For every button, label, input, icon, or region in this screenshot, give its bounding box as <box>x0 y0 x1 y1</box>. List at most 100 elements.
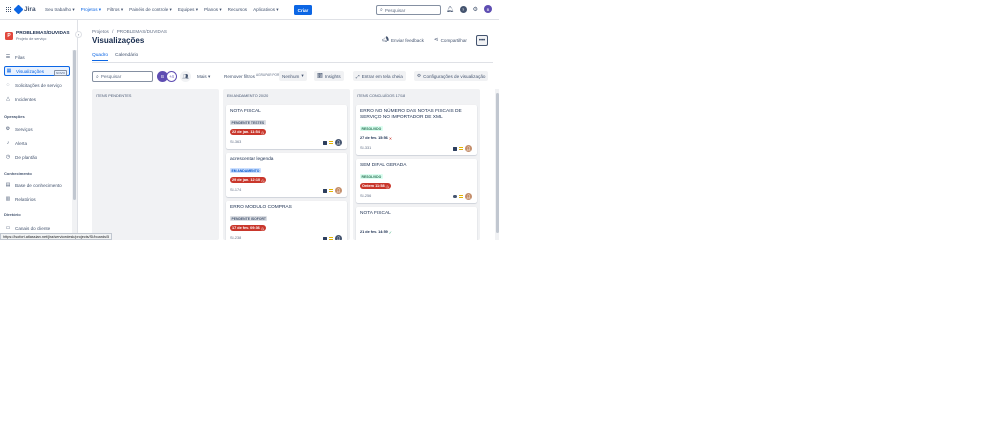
more-filters-dropdown[interactable]: Mais ▾ <box>197 74 210 80</box>
issue-type-icon <box>323 188 327 193</box>
sidebar-item-visualizacoes[interactable]: ▦ Visualizações NOVO <box>4 66 70 76</box>
create-button[interactable]: Criar <box>294 5 312 15</box>
assignee-avatar-icon[interactable]: 👤︎ <box>335 139 342 146</box>
view-settings-button[interactable]: ⚙ Configurações de visualização <box>414 71 489 81</box>
board-column-done: ITENS CONCLUÍDOS 17/18 ERRO NO NÚMERO DA… <box>353 89 480 240</box>
project-type: Projeto de serviço <box>16 37 47 41</box>
due-date: 29 de jan. 12:10 <box>232 178 261 182</box>
board-search-input[interactable]: ⌕ Pesquisar <box>92 71 153 82</box>
board-scroll-thumb[interactable] <box>495 93 499 233</box>
nav-item-aplicativos[interactable]: Aplicativos ▾ <box>253 7 279 13</box>
sidebar-item-canais-cliente[interactable]: ▭ Canais do cliente <box>4 223 70 233</box>
nav-item-recursos[interactable]: Recursos <box>228 7 247 13</box>
sidebar-item-base-conhecimento[interactable]: ▤ Base de conhecimento <box>4 180 70 190</box>
global-search-input[interactable]: ⌕ Pesquisar <box>376 5 441 15</box>
collapse-sidebar-chevron-icon[interactable]: ‹ <box>75 31 82 38</box>
jira-logo[interactable]: Jira <box>13 4 36 15</box>
sidebar-item-alerta[interactable]: ♪ Alerta <box>4 138 70 148</box>
breadcrumb: Projetos / PROBLEMAS/DUVIDAS <box>92 29 167 34</box>
board-column-pending: ITENS PENDENTES <box>92 89 219 240</box>
nav-item-filtros[interactable]: Filtros ▾ <box>107 7 123 13</box>
nav-item-projetos[interactable]: Projetos ▾ <box>81 7 101 13</box>
issue-key[interactable]: SI-256 <box>360 194 371 198</box>
more-actions-button[interactable]: ••• <box>476 35 488 46</box>
card-title: acrescentar legenda <box>230 157 274 162</box>
issue-card[interactable]: NOTA FISCAL PENDENTE TESTES 22 de jan. 1… <box>226 105 347 149</box>
sidebar-scroll-thumb[interactable] <box>73 50 76 200</box>
sidebar-item-filas[interactable]: ☰ Filas <box>4 52 70 62</box>
due-date-badge: 29 de jan. 12:10 ◷ <box>230 177 267 183</box>
add-people-icon[interactable]: 👥︎ <box>180 71 191 82</box>
assignee-avatar-icon[interactable]: 👤︎ <box>335 187 342 194</box>
nav-item-equipes[interactable]: Equipes ▾ <box>178 7 198 13</box>
due-date: 22 de jan. 11:54 <box>232 130 260 134</box>
breadcrumb-project[interactable]: PROBLEMAS/DUVIDAS <box>117 29 167 34</box>
sidebar-item-plantao[interactable]: ◷ De plantão <box>4 152 70 162</box>
status-lozenge: RESOLVIDO <box>360 126 383 131</box>
nav-item-planos[interactable]: Planos ▾ <box>204 7 222 13</box>
assignee-avatar-icon[interactable]: 👤︎ <box>465 145 472 152</box>
knowledge-base-icon: ▤ <box>5 182 11 188</box>
issue-key[interactable]: SI-238 <box>230 236 241 240</box>
sidebar-item-label: Alerta <box>15 140 28 146</box>
check-icon: ✓ <box>388 229 393 235</box>
due-date-badge: Ontem 11:58 ◷ <box>360 183 391 189</box>
section-operacoes: Operações <box>4 114 25 119</box>
settings-gear-icon[interactable]: ⚙ <box>473 6 478 13</box>
sidebar-item-label: Canais do cliente <box>15 225 51 231</box>
tab-quadro[interactable]: Quadro <box>92 53 108 61</box>
issue-card[interactable]: ERRO NO NÚMERO DAS NOTAS FISCAIS DE SERV… <box>356 105 477 155</box>
issue-type-icon <box>323 236 327 240</box>
status-lozenge: EM ANDAMENTO <box>230 168 261 173</box>
notifications-icon[interactable]: 🔔︎ <box>446 6 454 13</box>
user-avatar[interactable]: B <box>484 5 493 13</box>
search-icon: ⌕ <box>380 7 383 13</box>
sidebar: P PROBLEMAS/DUVIDAS Projeto de serviço ☰… <box>0 20 78 240</box>
share-icon: ⋖ <box>434 37 439 43</box>
issue-card[interactable]: acrescentar legenda EM ANDAMENTO 29 de j… <box>226 153 347 197</box>
board-scrollbar[interactable] <box>495 89 499 240</box>
due-date-badge: 21 de fev. 14:59 ✓ <box>360 229 394 235</box>
issue-key[interactable]: SI-331 <box>360 146 371 150</box>
overdue-icon: ◷ <box>260 226 265 231</box>
issue-card[interactable]: SEM DIFAL GERADA RESOLVIDO Ontem 11:58 ◷ … <box>356 159 477 203</box>
issue-key[interactable]: SI-174 <box>230 188 241 192</box>
fullscreen-button[interactable]: ⤢ Entrar em tela cheia <box>353 71 406 81</box>
sidebar-item-label: Filas <box>15 54 25 60</box>
nav-item-seu-trabalho[interactable]: Seu trabalho ▾ <box>45 7 75 13</box>
share-label: Compartilhar <box>440 37 467 43</box>
project-name[interactable]: PROBLEMAS/DUVIDAS <box>16 31 70 36</box>
services-icon: ⚙ <box>5 126 11 132</box>
breadcrumb-projetos[interactable]: Projetos <box>92 29 109 34</box>
tabs-divider <box>92 62 493 63</box>
share-button[interactable]: ⋖ Compartilhar <box>434 37 467 43</box>
sidebar-item-solicitacoes[interactable]: ◌ Solicitações de serviço <box>4 80 70 90</box>
issue-card[interactable]: ERRO MODULO COMPRAS PENDENTE ISOFORT 17 … <box>226 201 347 240</box>
group-by-dropdown[interactable]: Nenhum ▾ <box>279 71 307 81</box>
tab-calendario[interactable]: Calendário <box>115 53 138 61</box>
alert-bell-icon: ♪ <box>6 140 10 146</box>
issue-key[interactable]: SI-363 <box>230 140 241 144</box>
sidebar-item-incidentes[interactable]: △ Incidentes <box>4 94 70 104</box>
sidebar-item-relatorios[interactable]: ▥ Relatórios <box>4 194 70 204</box>
assignee-avatar-icon[interactable]: 👤︎ <box>335 235 342 240</box>
due-date: Ontem 11:58 <box>362 184 385 188</box>
sidebar-scrollbar[interactable] <box>72 50 77 240</box>
app-switcher-icon[interactable] <box>6 7 12 13</box>
help-icon[interactable]: ? <box>459 5 467 13</box>
clear-filters-button[interactable]: Remover filtros <box>224 74 255 79</box>
sidebar-item-servicos[interactable]: ⚙ Serviços <box>4 124 70 134</box>
column-header: ITENS CONCLUÍDOS 17/18 <box>357 94 406 98</box>
due-date-badge: 22 de jan. 11:54 ◷ <box>230 129 267 135</box>
nav-menu: Seu trabalho ▾ Projetos ▾ Filtros ▾ Pain… <box>45 7 279 13</box>
nav-item-paineis[interactable]: Painéis de controle ▾ <box>129 7 172 13</box>
issue-card[interactable]: NOTA FISCAL 21 de fev. 14:59 ✓ <box>356 207 477 240</box>
more-assignees-avatar[interactable]: +4 <box>166 71 177 82</box>
assignee-avatar-icon[interactable]: 👤︎ <box>465 193 472 200</box>
sidebar-item-label: Base de conhecimento <box>15 182 62 188</box>
view-tabs: Quadro Calendário <box>92 53 138 61</box>
insights-button[interactable]: 📈︎ Insights <box>314 71 344 81</box>
fullscreen-label: Entrar em tela cheia <box>361 73 403 79</box>
top-icons: 🔔︎ ? ⚙ B <box>446 5 493 13</box>
feedback-button[interactable]: 📣︎ Enviar feedback <box>382 37 424 43</box>
